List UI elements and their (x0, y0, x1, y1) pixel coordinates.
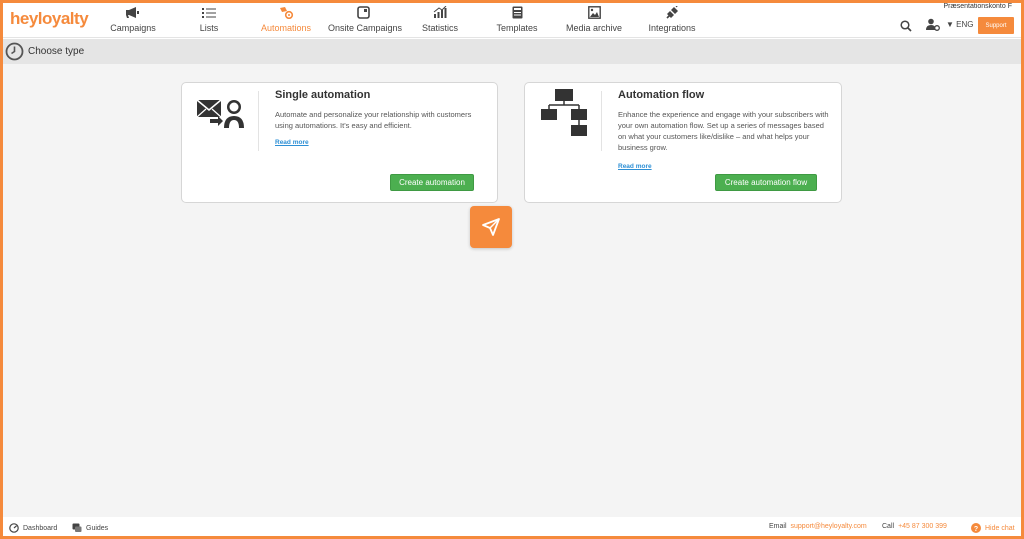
footer-email: Email support@heyloyalty.com (769, 523, 867, 530)
template-icon (494, 5, 540, 20)
user-gear-icon (926, 18, 940, 31)
search-button[interactable] (900, 19, 912, 37)
onsite-icon (328, 5, 398, 20)
guides-icon (72, 523, 82, 532)
card-divider (258, 91, 259, 151)
caret-down-icon: ▼ (946, 20, 954, 29)
cursor-arrow-icon (482, 218, 500, 236)
nav-item-lists[interactable]: Lists (190, 5, 228, 35)
card-single-automation: Single automation Automate and personali… (181, 82, 498, 203)
hide-chat-button[interactable]: ? Hide chat (971, 523, 1015, 533)
nav-item-templates[interactable]: Templates (494, 5, 540, 35)
footer-guides-link[interactable]: Guides (72, 523, 108, 533)
read-more-link[interactable]: Read more (275, 139, 309, 146)
chart-icon (420, 5, 460, 20)
create-automation-flow-button[interactable]: Create automation flow (715, 174, 817, 191)
card-divider (601, 91, 602, 151)
footer-phone: Call +45 87 300 399 (882, 523, 947, 530)
card-title: Single automation (275, 89, 371, 101)
flowchart-icon (541, 89, 587, 142)
nav-item-onsite-campaigns[interactable]: Onsite Campaigns (328, 5, 402, 35)
nav-item-integrations[interactable]: Integrations (646, 5, 698, 35)
support-button[interactable]: Support (978, 17, 1014, 34)
list-icon (190, 5, 228, 20)
account-name[interactable]: Præsentationskonto F (944, 3, 1012, 10)
nav-item-automations[interactable]: Automations (258, 5, 314, 35)
footer: Dashboard Guides Email support@heyloyalt… (3, 517, 1021, 536)
logo[interactable]: heyloyalty (10, 9, 89, 29)
automation-icon (258, 5, 314, 20)
top-navigation: heyloyalty Campaigns Lists Automations O… (0, 0, 1024, 38)
card-description: Automate and personalize your relationsh… (275, 110, 472, 130)
dashboard-icon (9, 523, 19, 533)
nav-item-media-archive[interactable]: Media archive (566, 5, 622, 35)
support-email-link[interactable]: support@heyloyalty.com (791, 523, 867, 530)
help-icon: ? (971, 523, 981, 533)
nav-item-campaigns[interactable]: Campaigns (108, 5, 158, 35)
read-more-link[interactable]: Read more (618, 163, 652, 170)
page-header: Choose type (3, 39, 1021, 64)
user-settings-button[interactable] (926, 18, 940, 36)
card-automation-flow: Automation flow Enhance the experience a… (524, 82, 842, 203)
main-content: Single automation Automate and personali… (3, 64, 1021, 517)
create-automation-button[interactable]: Create automation (390, 174, 474, 191)
support-phone-link[interactable]: +45 87 300 399 (898, 523, 947, 530)
plug-icon (646, 5, 698, 20)
language-selector[interactable]: ▼ ENG (946, 20, 974, 29)
mail-user-icon (196, 97, 248, 134)
megaphone-icon (108, 5, 158, 20)
svg-text:?: ? (974, 526, 978, 533)
page-title: Choose type (28, 46, 85, 57)
pointer-callout (470, 206, 512, 248)
image-icon (566, 5, 622, 20)
card-description: Enhance the experience and engage with y… (618, 110, 829, 152)
card-title: Automation flow (618, 89, 705, 101)
nav-item-statistics[interactable]: Statistics (420, 5, 460, 35)
clock-icon (5, 42, 24, 66)
footer-dashboard-link[interactable]: Dashboard (9, 523, 57, 533)
search-icon (900, 20, 912, 32)
